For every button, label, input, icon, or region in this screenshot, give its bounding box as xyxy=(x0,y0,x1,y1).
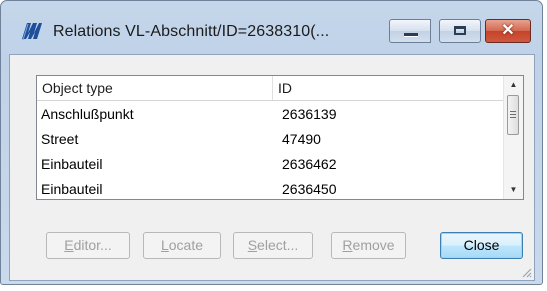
remove-button-accel: R xyxy=(342,237,353,253)
minimize-button[interactable] xyxy=(389,19,431,43)
list-item[interactable]: Street 47490 xyxy=(37,127,504,152)
select-button-label: elect... xyxy=(257,237,299,253)
column-header-object-type[interactable]: Object type xyxy=(42,76,273,100)
app-logo-icon xyxy=(22,23,42,41)
object-type-cell: Einbauteil xyxy=(41,156,103,172)
relations-dialog: Relations VL-Abschnitt/ID=2638310(... ✕ … xyxy=(0,0,543,285)
id-cell: 2636462 xyxy=(282,156,337,172)
select-button-accel: S xyxy=(247,237,258,253)
id-cell: 47490 xyxy=(282,131,321,147)
remove-button-label: emove xyxy=(352,237,395,253)
dialog-client-area: Object type ID Anschlußpunkt 2636139 Str… xyxy=(9,54,535,281)
list-item[interactable]: Einbauteil 2636450 xyxy=(37,177,504,202)
object-type-cell: Street xyxy=(41,131,79,147)
editor-button[interactable]: Editor... xyxy=(46,232,130,259)
title-bar[interactable]: Relations VL-Abschnitt/ID=2638310(... ✕ xyxy=(1,1,542,49)
select-button[interactable]: Select... xyxy=(233,232,313,259)
vertical-scrollbar[interactable]: ▲ ▼ xyxy=(503,76,523,199)
grip-line xyxy=(510,114,516,115)
object-type-cell: Anschlußpunkt xyxy=(41,106,134,122)
scroll-up-arrow-icon[interactable]: ▲ xyxy=(504,76,523,94)
maximize-button[interactable] xyxy=(439,19,481,43)
locate-button-label: ocate xyxy=(168,237,204,253)
list-item[interactable]: Einbauteil 2636462 xyxy=(37,152,504,177)
locate-button-accel: L xyxy=(160,237,169,253)
maximize-icon xyxy=(454,26,466,35)
resize-grip-icon[interactable] xyxy=(520,266,532,278)
editor-button-label: ditor... xyxy=(73,237,112,253)
id-cell: 2636139 xyxy=(282,106,337,122)
id-cell: 2636450 xyxy=(282,181,337,197)
grip-line xyxy=(510,117,516,118)
column-header-id[interactable]: ID xyxy=(278,76,292,100)
locate-button[interactable]: Locate xyxy=(143,232,221,259)
close-button[interactable]: Close xyxy=(440,232,523,259)
object-type-cell: Einbauteil xyxy=(41,181,103,197)
remove-button[interactable]: Remove xyxy=(331,232,406,259)
minimize-icon xyxy=(404,33,418,36)
grip-line xyxy=(510,111,516,112)
list-rows: Anschlußpunkt 2636139 Street 47490 Einba… xyxy=(37,102,504,202)
scroll-down-arrow-icon[interactable]: ▼ xyxy=(504,181,523,199)
relations-list[interactable]: Object type ID Anschlußpunkt 2636139 Str… xyxy=(36,75,524,200)
list-item[interactable]: Anschlußpunkt 2636139 xyxy=(37,102,504,127)
close-icon: ✕ xyxy=(501,22,515,39)
scroll-thumb[interactable] xyxy=(507,95,519,135)
editor-button-accel: E xyxy=(64,237,74,253)
list-header: Object type ID xyxy=(37,76,504,101)
window-title: Relations VL-Abschnitt/ID=2638310(... xyxy=(53,23,330,40)
window-close-button[interactable]: ✕ xyxy=(485,19,531,43)
